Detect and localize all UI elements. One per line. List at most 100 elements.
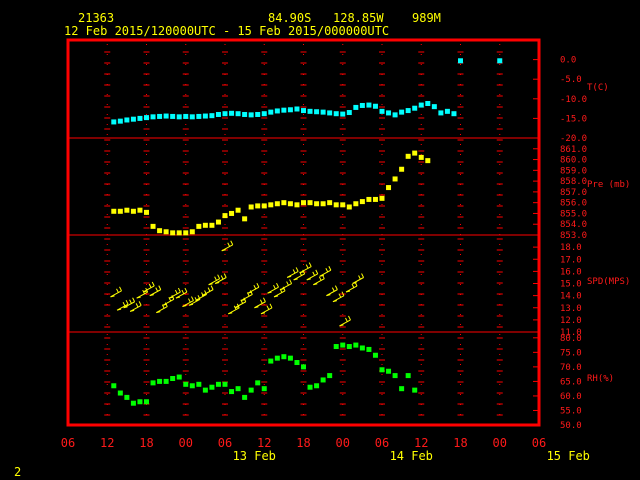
temp-point (314, 109, 320, 115)
temp-point (418, 102, 424, 108)
date-label: 13 Feb (233, 449, 276, 463)
temp-point (117, 118, 123, 124)
temp-point (379, 108, 385, 114)
rh-point (176, 374, 182, 380)
temp-point (346, 110, 352, 116)
temp-point (261, 111, 267, 117)
temp-point (412, 105, 418, 111)
pressure-point (366, 196, 372, 202)
x-tick-label: 00 (179, 436, 193, 450)
rh-point (307, 384, 313, 390)
rh-point (144, 399, 149, 405)
rh-point (111, 383, 117, 389)
rh-point (130, 400, 136, 406)
wind-barb-flag (116, 288, 119, 294)
temp-point (333, 111, 339, 117)
wind-barb-flag (286, 281, 290, 286)
pressure-point (144, 209, 149, 215)
rh-point (320, 377, 326, 383)
rh-point (157, 378, 163, 384)
wind-barb (136, 287, 149, 299)
y-tick-label: 15.0 (560, 280, 582, 290)
x-tick-label: 06 (532, 436, 546, 450)
y-tick-label: 14.0 (560, 292, 582, 302)
x-tick-label: 06 (375, 436, 389, 450)
wind-barb-flag (207, 287, 211, 292)
pressure-point (274, 201, 280, 207)
y-tick-label: 12.0 (560, 316, 582, 326)
y-tick-label: 17.0 (560, 255, 582, 265)
temp-point (124, 117, 130, 123)
wind-barb-flag (138, 301, 142, 306)
temp-point (438, 110, 444, 116)
pressure-point (111, 208, 117, 214)
y-tick-label: 860.0 (560, 156, 587, 166)
pressure-point (202, 222, 208, 228)
wind-barb-flag (358, 275, 362, 280)
wind-barb-flag (262, 297, 266, 302)
rh-point (333, 344, 339, 350)
y-tick-label: -15.0 (560, 114, 587, 124)
rh-point (183, 381, 189, 387)
temp-point (392, 112, 398, 118)
temp-point (176, 114, 182, 120)
pressure-point (379, 195, 385, 201)
pressure-point (215, 219, 221, 225)
panel-name: T(C) (587, 83, 609, 93)
y-tick-label: 859.0 (560, 166, 587, 176)
wind-barb (332, 291, 345, 303)
rh-point (202, 387, 208, 393)
temp-point (183, 113, 189, 119)
pressure-point (359, 199, 365, 205)
pressure-point (176, 230, 182, 236)
rh-point (235, 386, 241, 392)
rh-point (294, 360, 300, 366)
y-tick-label: 861.0 (560, 145, 587, 155)
pressure-point (170, 230, 176, 236)
pressure-point (117, 208, 123, 214)
wind-barb-flag (328, 266, 332, 271)
y-tick-label: 13.0 (560, 304, 582, 314)
pressure-point (340, 202, 346, 208)
wind-barb-flag (119, 286, 122, 292)
pressure-point (405, 153, 411, 159)
pressure-point (222, 213, 228, 219)
rh-point (196, 381, 202, 387)
rh-point (248, 387, 254, 393)
wind-barb (228, 303, 240, 315)
wind-barb-flag (348, 315, 351, 321)
y-tick-label: 853.0 (560, 231, 587, 241)
pressure-point (137, 207, 143, 213)
temp-point (320, 109, 326, 115)
meteogram-chart: 06 12 18 00 06 12 18 00 06 12 18 00 0613 Feb 14 Feb 15… (61, 38, 630, 463)
temp-point (268, 109, 274, 115)
wind-barb (188, 295, 201, 306)
temp-point (111, 119, 117, 125)
rh-point (379, 367, 385, 373)
temp-point (189, 114, 195, 120)
wind-barb (319, 266, 332, 277)
rh-point (150, 380, 156, 386)
x-tick-label: 18 (296, 436, 310, 450)
date-label: 14 Feb (390, 449, 433, 463)
wind-barb (299, 262, 312, 274)
pressure-point (392, 176, 398, 182)
temp-point (235, 111, 241, 117)
wind-barb-flag (174, 289, 178, 295)
y-tick-label: 55.0 (560, 406, 582, 416)
rh-point (261, 386, 267, 392)
pressure-point (412, 150, 418, 156)
pressure-point (294, 202, 300, 208)
pressure-point (372, 196, 378, 202)
temp-point (458, 58, 463, 64)
temp-point (359, 102, 365, 108)
pressure-point (209, 222, 215, 228)
temp-point (163, 113, 169, 119)
wind-barb-flag (122, 301, 126, 307)
temp-point (327, 110, 333, 116)
wind-barb-flag (181, 289, 185, 295)
wind-barb-flag (305, 264, 309, 269)
wind-barb (247, 282, 260, 294)
pressure-point (333, 202, 339, 208)
temp-point (242, 111, 248, 117)
